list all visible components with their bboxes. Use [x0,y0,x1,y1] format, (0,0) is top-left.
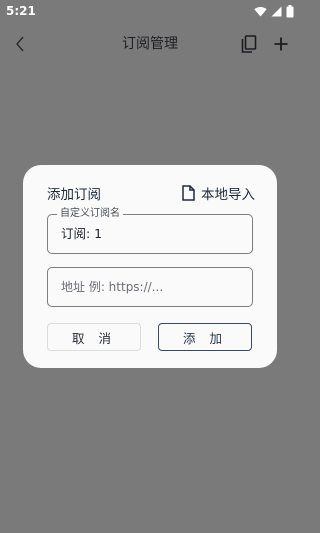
plus-icon [274,37,288,51]
add-button[interactable]: 添 加 [158,323,252,351]
battery-icon [286,4,294,17]
status-time: 5:21 [6,4,36,18]
local-import-button[interactable]: 本地导入 [182,183,255,203]
add-subscription-button[interactable] [270,33,292,55]
file-icon [182,185,195,201]
status-bar: 5:21 [0,0,300,22]
copy-icon [241,35,257,53]
subscription-url-field[interactable]: 地址 例: https://... [47,267,253,307]
back-button[interactable] [10,33,30,55]
subscription-url-placeholder: 地址 例: https://... [61,280,164,294]
local-import-label: 本地导入 [201,187,255,203]
wifi-icon [254,6,267,16]
status-icons [254,4,294,18]
dialog-header: 添加订阅 本地导入 [47,182,255,204]
app-bar: 订阅管理 [0,22,300,66]
copy-button[interactable] [238,33,260,55]
signal-icon [271,6,282,16]
dialog-title: 添加订阅 [47,187,101,203]
subscription-name-field[interactable]: 自定义订阅名 订阅: 1 [47,208,253,254]
chevron-left-icon [16,36,24,52]
cancel-button[interactable]: 取 消 [47,323,141,351]
subscription-name-value: 订阅: 1 [61,226,103,241]
